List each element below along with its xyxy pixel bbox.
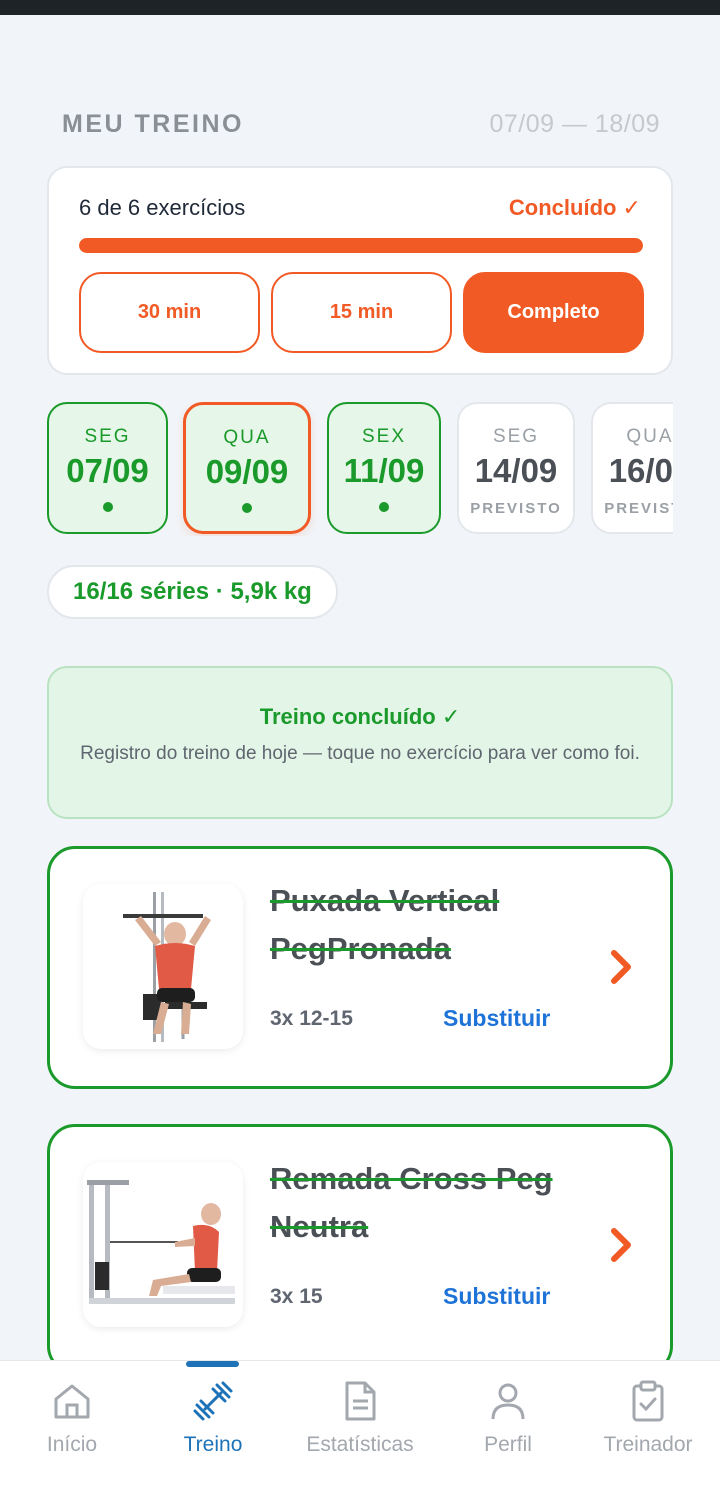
dumbbell-icon (193, 1381, 233, 1421)
exercise-count: 6 de 6 exercícios (79, 195, 246, 220)
substitute-link[interactable]: Substituir (443, 1005, 550, 1032)
exercise-illustration (83, 1162, 243, 1327)
tab-label: Treino (183, 1433, 243, 1456)
exercise-name: Puxada Vertical PegPronada (270, 883, 500, 966)
chevron-right-icon[interactable] (608, 949, 634, 985)
day-chip-planned[interactable]: SEG 14/09 PREVISTO (457, 402, 575, 534)
day-date: 07/09 (66, 452, 149, 489)
banner-title: Treino concluído ✓ (259, 704, 461, 729)
day-selector: SEG 07/09 QUA 09/09 SEX 11/09 SEG 14/09 … (47, 402, 673, 536)
mode-complete-button[interactable]: Completo (463, 272, 644, 353)
clipboard-icon (632, 1380, 664, 1422)
completed-dot (102, 502, 113, 512)
tab-estatisticas[interactable]: Estatísticas (288, 1361, 432, 1488)
day-weekday: QUA (223, 427, 271, 448)
tab-perfil[interactable]: Perfil (436, 1361, 580, 1488)
day-date: 09/09 (205, 453, 289, 490)
user-icon (491, 1383, 525, 1420)
tab-label: Perfil (484, 1433, 532, 1456)
day-chip[interactable]: SEG 07/09 (47, 402, 168, 534)
workout-stats-pill: 16/16 séries · 5,9k kg (47, 565, 338, 619)
day-planned-label: PREVISTO (470, 500, 562, 517)
tab-treino[interactable]: Treino (141, 1361, 285, 1488)
day-weekday: SEG (492, 426, 540, 447)
substitute-link[interactable]: Substituir (443, 1283, 550, 1310)
page-title: MEU TREINO (62, 110, 244, 138)
day-planned-label: PREVISTO (604, 500, 673, 517)
day-weekday: QUA (626, 426, 673, 447)
bottom-tab-bar: Início Treino Estatísticas Perfil Treina… (0, 1360, 720, 1488)
day-chip-planned[interactable]: QUA 16/09 PREVISTO (591, 402, 673, 534)
exercise-card[interactable]: Remada Cross Peg Neutra 3x 15 Substituir (47, 1124, 673, 1374)
tab-inicio[interactable]: Início (0, 1361, 144, 1488)
mode-30min-button[interactable]: 30 min (79, 272, 260, 353)
exercise-sets: 3x 12-15 (270, 1007, 353, 1030)
completion-status: Concluído ✓ (508, 195, 641, 220)
tab-label: Início (46, 1433, 98, 1456)
day-chip-selected[interactable]: QUA 09/09 (183, 402, 311, 534)
day-date: 16/09 (608, 452, 673, 489)
tab-treinador[interactable]: Treinador (576, 1361, 720, 1488)
exercise-sets: 3x 15 (270, 1285, 323, 1308)
progress-bar (79, 238, 643, 253)
exercise-card[interactable]: Puxada Vertical PegPronada 3x 12-15 Subs… (47, 846, 673, 1089)
workout-complete-banner: Treino concluído ✓ Registro do treino de… (47, 666, 673, 819)
completed-dot (379, 502, 389, 512)
date-range: 07/09 — 18/09 (489, 110, 660, 138)
completed-dot (242, 503, 252, 513)
home-icon (54, 1384, 90, 1419)
document-icon (345, 1381, 376, 1421)
day-date: 11/09 (343, 452, 425, 489)
progress-bar-fill (79, 238, 643, 253)
day-date: 14/09 (474, 452, 558, 489)
day-chip[interactable]: SEX 11/09 (327, 402, 441, 534)
mode-15min-button[interactable]: 15 min (271, 272, 452, 353)
progress-card: 6 de 6 exercícios Concluído ✓ 30 min 15 … (47, 166, 673, 375)
banner-subtitle: Registro do treino de hoje — toque no ex… (80, 743, 640, 764)
exercise-name: Remada Cross Peg Neutra (270, 1161, 553, 1244)
tab-label: Estatísticas (306, 1433, 414, 1456)
chevron-right-icon[interactable] (608, 1227, 634, 1263)
exercise-illustration (83, 884, 243, 1049)
tab-label: Treinador (603, 1433, 693, 1456)
day-weekday: SEG (84, 426, 131, 447)
day-weekday: SEX (361, 426, 407, 447)
page-header: MEU TREINO 07/09 — 18/09 (62, 110, 660, 142)
status-bar (0, 0, 720, 15)
